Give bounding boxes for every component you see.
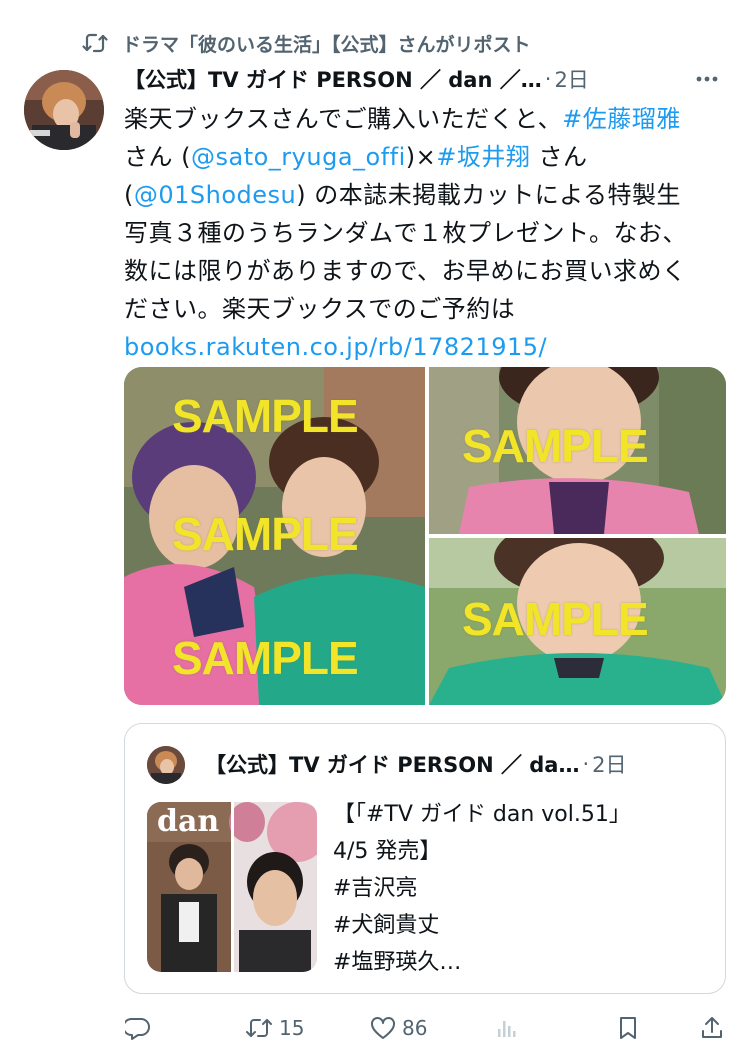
hashtag-link[interactable]: #坂井翔 [436,143,530,171]
tweet-timestamp[interactable]: 2日 [554,64,588,94]
quote-line: 4/5 発売】 [333,839,442,864]
media-grid: SAMPLE SAMPLE SAMPLE SAMPLE SAMPLE [124,367,726,705]
text-segment: ) の本誌未掲載カットによる特製生 [296,181,682,209]
mention-link[interactable]: @01Shodesu [134,181,296,209]
tweet-line: ださい。楽天ブックスでのご予約は [124,295,516,323]
tweet-text: 楽天ブックスさんでご購入いただくと、#佐藤瑠雅 さん (@sato_ryuga_… [124,100,736,366]
tweet-line: さん (@sato_ryuga_offi)×#坂井翔 さん [124,138,736,176]
quote-author-avatar[interactable] [147,746,185,784]
like-count: 86 [402,1016,428,1040]
bookmark-button[interactable] [617,1012,639,1044]
thumbnail-title: dan [157,804,220,839]
author-avatar[interactable] [24,70,104,150]
quote-header: 【公式】TV ガイド PERSON ／ da… · 2日 [205,749,705,779]
retweet-icon [245,1016,273,1040]
sample-watermark: SAMPLE [172,508,359,560]
quote-author-name[interactable]: 【公式】TV ガイド PERSON ／ da… [205,749,579,779]
quote-text: 【「#TV ガイド dan vol.51」 4/5 発売】 #吉沢亮 #犬飼貴丈… [333,796,713,981]
action-bar: 15 86 [0,1008,750,1048]
quote-timestamp[interactable]: 2日 [592,749,626,779]
repost-icon [80,28,110,58]
text-segment: )× [405,143,437,171]
bookmark-icon [617,1015,639,1041]
like-icon [370,1016,396,1040]
tweet-line: books.rakuten.co.jp/rb/17821915/ [124,328,736,366]
share-icon [700,1015,724,1041]
tweet-header: 【公式】TV ガイド PERSON ／ dan ／… · 2日 [124,62,730,96]
repost-indicator[interactable]: ドラマ「彼のいる生活」【公式】さんがリポスト [80,28,531,58]
media-photo-3[interactable]: SAMPLE [429,538,726,705]
quoted-tweet[interactable]: 【公式】TV ガイド PERSON ／ da… · 2日 dan 【「#TV ガ… [124,723,726,994]
reply-icon [125,1015,151,1041]
quote-line: #吉沢亮 [333,876,418,901]
url-link[interactable]: books.rakuten.co.jp/rb/17821915/ [124,333,547,361]
author-name[interactable]: 【公式】TV ガイド PERSON ／ dan ／… [124,64,542,94]
sample-watermark: SAMPLE [172,390,359,442]
like-button[interactable]: 86 [370,1012,427,1044]
tweet-line: 楽天ブックスさんでご購入いただくと、#佐藤瑠雅 [124,100,736,138]
separator-dot: · [582,752,590,776]
retweet-button[interactable]: 15 [245,1012,304,1044]
quote-line: #塩野瑛久… [333,950,462,975]
quote-line: #犬飼貴丈 [333,913,440,938]
hashtag-link[interactable]: #佐藤瑠雅 [562,105,681,133]
retweet-count: 15 [279,1016,305,1040]
more-options-icon[interactable] [692,64,722,94]
views-button[interactable] [496,1012,518,1044]
share-button[interactable] [700,1012,724,1044]
repost-text: ドラマ「彼のいる生活」【公式】さんがリポスト [122,33,531,56]
quote-thumbnail[interactable]: dan [147,802,317,972]
media-photo-2[interactable]: SAMPLE [429,367,726,534]
sample-watermark: SAMPLE [462,593,649,645]
tweet-line: (@01Shodesu) の本誌未掲載カットによる特製生 [124,176,736,214]
text-segment: 楽天ブックスさんでご購入いただくと、 [124,105,563,133]
reply-button[interactable] [125,1012,151,1044]
media-photo-1[interactable]: SAMPLE SAMPLE SAMPLE [124,367,425,705]
text-segment: さん [530,143,588,171]
views-icon [496,1017,518,1039]
quote-line: 【「#TV ガイド dan vol.51」 [333,802,631,827]
text-segment: ( [124,181,134,209]
separator-dot: · [544,67,552,91]
mention-link[interactable]: @sato_ryuga_offi [191,143,406,171]
sample-watermark: SAMPLE [172,632,359,684]
tweet-line: 数には限りがありますので、お早めにお買い求めく [124,257,687,285]
text-segment: さん ( [124,143,191,171]
tweet-line: 写真３種のうちランダムで１枚プレゼント。なお、 [124,219,688,247]
sample-watermark: SAMPLE [462,420,649,472]
